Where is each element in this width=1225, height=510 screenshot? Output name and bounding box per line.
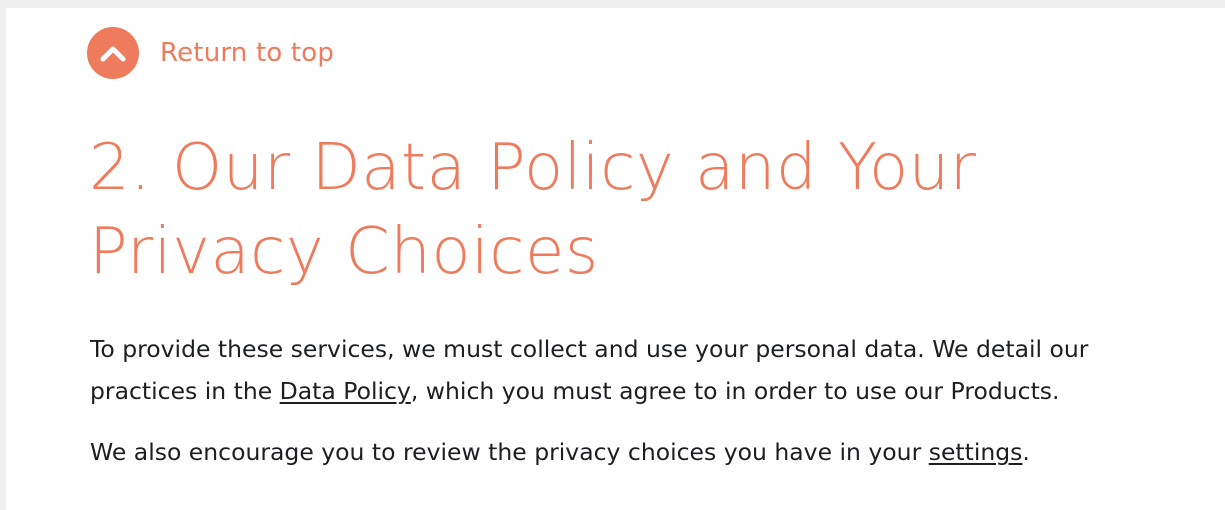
chevron-up-icon[interactable] <box>87 27 139 79</box>
settings-link[interactable]: settings <box>929 438 1023 466</box>
paragraph-text: . <box>1022 438 1030 466</box>
privacy-settings-paragraph: We also encourage you to review the priv… <box>90 431 1180 473</box>
section-title: 2. Our Data Policy and Your Privacy Choi… <box>89 131 977 289</box>
data-policy-paragraph: To provide these services, we must colle… <box>90 328 1180 412</box>
data-policy-link[interactable]: Data Policy <box>280 377 411 405</box>
paragraph-text: We also encourage you to review the priv… <box>90 438 929 466</box>
return-to-top-label[interactable]: Return to top <box>160 38 334 68</box>
return-to-top-link[interactable]: Return to top <box>87 27 334 79</box>
page-content: Return to top 2. Our Data Policy and You… <box>6 8 1225 510</box>
paragraph-text: , which you must agree to in order to us… <box>410 377 1060 405</box>
